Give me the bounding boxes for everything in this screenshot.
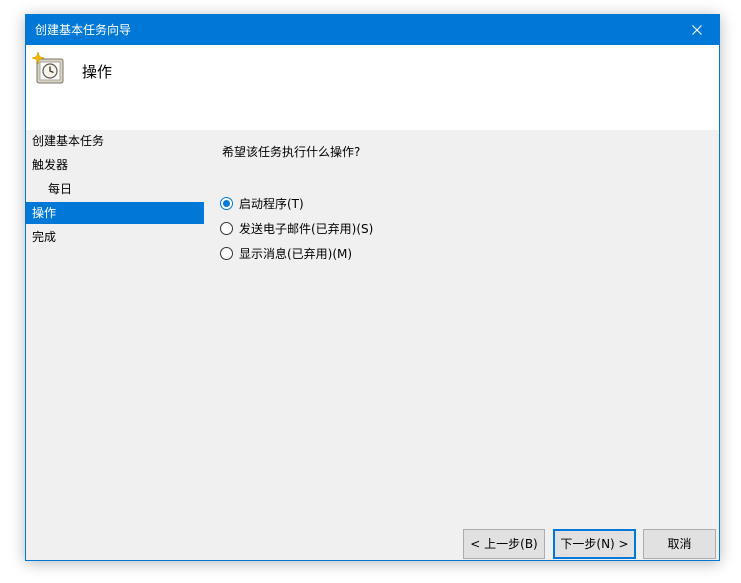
- radio-label: 启动程序(T): [239, 197, 304, 211]
- wizard-window: 创建基本任务向导 操作 创建基本任务 触发器 每日 操作 完成 希望该任务执行什…: [25, 14, 720, 561]
- page-title: 操作: [82, 63, 113, 81]
- radio-label: 显示消息(已弃用)(M): [239, 247, 353, 261]
- radio-button[interactable]: [220, 222, 233, 235]
- cancel-button[interactable]: 取消: [643, 529, 716, 559]
- sidebar-item-daily[interactable]: 每日: [26, 178, 204, 200]
- radio-label: 发送电子邮件(已弃用)(S): [239, 222, 374, 236]
- close-icon: [692, 25, 702, 35]
- window-title: 创建基本任务向导: [35, 23, 132, 37]
- wizard-header: 操作: [26, 45, 719, 130]
- close-button[interactable]: [675, 15, 719, 45]
- sidebar-item-action[interactable]: 操作: [26, 202, 204, 224]
- next-button[interactable]: 下一步(N) >: [553, 529, 636, 559]
- radio-button[interactable]: [220, 247, 233, 260]
- task-scheduler-clock-icon: [32, 52, 64, 84]
- back-button[interactable]: < 上一步(B): [463, 529, 545, 559]
- sidebar-item-finish[interactable]: 完成: [26, 226, 204, 248]
- radio-button-checked[interactable]: [220, 197, 233, 210]
- action-question: 希望该任务执行什么操作?: [222, 145, 361, 159]
- sidebar-item-create-basic-task[interactable]: 创建基本任务: [26, 130, 204, 152]
- title-bar[interactable]: 创建基本任务向导: [26, 15, 719, 45]
- sidebar-item-trigger[interactable]: 触发器: [26, 154, 204, 176]
- wizard-steps-sidebar: 创建基本任务 触发器 每日 操作 完成: [26, 130, 204, 250]
